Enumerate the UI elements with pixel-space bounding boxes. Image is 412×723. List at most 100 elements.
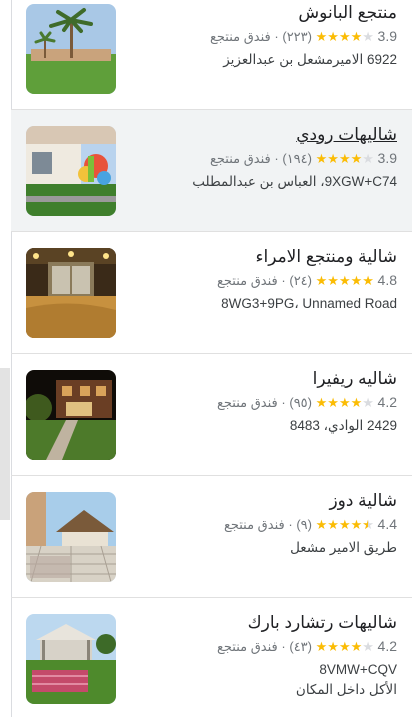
rating-value: 4.8 — [377, 272, 397, 288]
rating-value: 4.2 — [377, 638, 397, 654]
category-label: فندق منتجع — [216, 395, 278, 410]
star-rating-icon: ★★★★★ — [316, 27, 374, 47]
star-icon: ★ — [327, 395, 339, 410]
star-rating-icon: ★★★★★ — [316, 515, 374, 535]
star-icon: ★ — [350, 517, 363, 532]
result-thumbnail[interactable] — [26, 614, 116, 704]
rating-value: 3.9 — [377, 150, 397, 166]
review-count: (٩٥) — [289, 395, 312, 410]
night-chalet-image — [26, 370, 116, 460]
star-icon: ★ — [327, 29, 339, 44]
category-label: فندق منتجع — [216, 273, 278, 288]
star-icon: ★ — [315, 517, 328, 532]
rating-value: 4.4 — [377, 516, 397, 532]
star-icon: ★ — [338, 517, 351, 532]
star-icon: ★ — [338, 29, 351, 44]
star-icon: ★ — [362, 395, 374, 410]
result-title[interactable]: شالية ومنتجع الامراء — [126, 246, 397, 268]
category-label: فندق منتجع — [209, 29, 271, 44]
star-rating-icon: ★★★★★ — [316, 271, 374, 291]
chalet-playground-image — [26, 126, 116, 216]
rating-value: 3.9 — [377, 28, 397, 44]
dine-in-note: الأكل داخل المكان — [295, 682, 397, 697]
review-count: (٩) — [296, 517, 312, 532]
category-label: فندق منتجع — [223, 517, 285, 532]
result-card[interactable]: شاليه ريفيرا 4.2 ★★★★★ (٩٥) · فندق منتجع… — [11, 354, 412, 476]
result-card[interactable]: شالية دوز 4.4 ★★★★★ (٩) · فندق منتجع طري… — [11, 476, 412, 598]
rating-row: 4.8 ★★★★★ (٢٤) · فندق منتجع — [126, 270, 397, 291]
result-title[interactable]: منتجع البانوش — [126, 2, 397, 24]
result-thumbnail[interactable] — [26, 4, 116, 94]
address: 8VMW+CQV — [319, 662, 397, 677]
star-icon: ★ — [338, 273, 351, 288]
palm-resort-image — [26, 4, 116, 94]
star-icon: ★ — [327, 517, 339, 532]
star-icon: ★ — [362, 29, 374, 44]
result-info: شالية دوز 4.4 ★★★★★ (٩) · فندق منتجع طري… — [126, 490, 397, 558]
star-rating-icon: ★★★★★ — [316, 637, 374, 657]
rating-value: 4.2 — [377, 394, 397, 410]
result-info: منتجع البانوش 3.9 ★★★★★ (٢٢٣) · فندق منت… — [126, 2, 397, 70]
star-icon: ★ — [315, 29, 328, 44]
star-icon: ★ — [362, 515, 374, 535]
tent-courtyard-image — [26, 492, 116, 582]
star-icon: ★ — [315, 639, 328, 654]
star-icon: ★ — [350, 151, 363, 166]
star-icon: ★ — [338, 639, 351, 654]
result-card[interactable]: شاليهات رودي 3.9 ★★★★★ (١٩٤) · فندق منتج… — [11, 110, 412, 232]
result-info: شاليهات رتشارد بارك 4.2 ★★★★★ (٤٣) · فند… — [126, 612, 397, 700]
scrollbar[interactable] — [0, 368, 10, 520]
result-title[interactable]: شاليهات رتشارد بارك — [126, 612, 397, 634]
star-icon: ★ — [362, 273, 374, 288]
separator-dot: · — [288, 517, 293, 532]
result-thumbnail[interactable] — [26, 370, 116, 460]
star-icon: ★ — [315, 273, 328, 288]
result-info: شاليه ريفيرا 4.2 ★★★★★ (٩٥) · فندق منتجع… — [126, 368, 397, 436]
address: 2429 الوادي، 8483 — [289, 418, 397, 433]
rating-row: 3.9 ★★★★★ (٢٢٣) · فندق منتجع — [126, 26, 397, 47]
result-info: شالية ومنتجع الامراء 4.8 ★★★★★ (٢٤) · فن… — [126, 246, 397, 314]
address: طريق الامير مشعل — [290, 540, 397, 555]
result-title[interactable]: شالية دوز — [126, 490, 397, 512]
star-rating-icon: ★★★★★ — [316, 149, 374, 169]
result-thumbnail[interactable] — [26, 126, 116, 216]
review-count: (٢٢٣) — [282, 29, 312, 44]
rating-row: 4.4 ★★★★★ (٩) · فندق منتجع — [126, 514, 397, 535]
star-icon: ★ — [350, 29, 363, 44]
star-icon: ★ — [362, 151, 374, 166]
star-icon: ★ — [350, 395, 363, 410]
address: 6922 الاميرمشعل بن عبدالعزيز — [223, 52, 397, 67]
star-icon: ★ — [338, 151, 351, 166]
address: 9XGW+C74، العباس بن عبدالمطلب — [192, 174, 397, 189]
result-thumbnail[interactable] — [26, 248, 116, 338]
star-icon: ★ — [350, 639, 363, 654]
separator-dot: · — [281, 639, 286, 654]
result-card[interactable]: شالية ومنتجع الامراء 4.8 ★★★★★ (٢٤) · فن… — [11, 232, 412, 354]
result-card[interactable]: شاليهات رتشارد بارك 4.2 ★★★★★ (٤٣) · فند… — [11, 598, 412, 723]
separator-dot: · — [274, 29, 279, 44]
star-icon: ★ — [350, 273, 363, 288]
category-label: فندق منتجع — [209, 151, 271, 166]
result-card[interactable]: منتجع البانوش 3.9 ★★★★★ (٢٢٣) · فندق منت… — [11, 0, 412, 110]
rating-row: 4.2 ★★★★★ (٩٥) · فندق منتجع — [126, 392, 397, 413]
star-icon: ★ — [338, 395, 351, 410]
separator-dot: · — [274, 151, 279, 166]
star-icon: ★ — [362, 639, 374, 654]
review-count: (٤٣) — [289, 639, 312, 654]
star-rating-icon: ★★★★★ — [316, 393, 374, 413]
result-thumbnail[interactable] — [26, 492, 116, 582]
separator-dot: · — [281, 395, 286, 410]
star-icon: ★ — [327, 273, 339, 288]
result-title[interactable]: شاليهات رودي — [126, 124, 397, 146]
result-info: شاليهات رودي 3.9 ★★★★★ (١٩٤) · فندق منتج… — [126, 124, 397, 192]
separator-dot: · — [281, 273, 286, 288]
star-icon: ★ — [327, 151, 339, 166]
rating-row: 3.9 ★★★★★ (١٩٤) · فندق منتجع — [126, 148, 397, 169]
address: 8WG3+9PG، Unnamed Road — [221, 296, 397, 311]
category-label: فندق منتجع — [216, 639, 278, 654]
result-title[interactable]: شاليه ريفيرا — [126, 368, 397, 390]
hall-interior-image — [26, 248, 116, 338]
star-icon: ★ — [327, 639, 339, 654]
review-count: (١٩٤) — [282, 151, 312, 166]
garden-gazebo-image — [26, 614, 116, 704]
